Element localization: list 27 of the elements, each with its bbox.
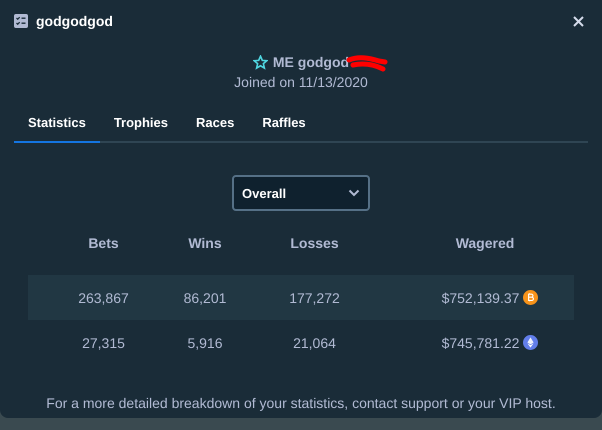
table-cell-text: 27,315 <box>81 334 126 350</box>
table-cell-text: 86,201 <box>182 290 228 306</box>
table-cell-text: 5,916 <box>186 334 224 350</box>
chevron-down-icon <box>348 189 360 197</box>
column-header: Wins <box>187 235 223 251</box>
username: ME godgod <box>272 54 350 70</box>
join-date: Joined on 11/13/2020 <box>234 74 368 90</box>
bitcoin-icon <box>523 290 538 305</box>
table-cell: $752,139.37 <box>442 290 520 306</box>
star-icon <box>252 54 268 70</box>
table-cell-text: 263,867 <box>77 290 130 306</box>
column-header: Losses <box>289 235 340 251</box>
tab[interactable]: Statistics <box>14 105 100 143</box>
period-select[interactable]: Overall <box>232 175 370 211</box>
tab[interactable]: Raffles <box>248 105 320 143</box>
tab[interactable]: Races <box>182 105 248 143</box>
column-header: Bets <box>87 235 120 251</box>
window-title: godgodgod <box>36 13 113 29</box>
checklist-icon <box>14 14 28 28</box>
ethereum-icon <box>523 335 538 350</box>
tab[interactable]: Trophies <box>100 105 182 143</box>
column-header: Wagered <box>454 235 516 251</box>
close-icon[interactable] <box>573 16 584 26</box>
table-cell-text: 21,064 <box>292 334 337 350</box>
table-cell: $745,781.22 <box>442 334 520 350</box>
footer-note: For a more detailed breakdown of your statistics, contact support or your VIP host. <box>45 395 557 411</box>
table-cell-text: 177,272 <box>288 290 341 306</box>
